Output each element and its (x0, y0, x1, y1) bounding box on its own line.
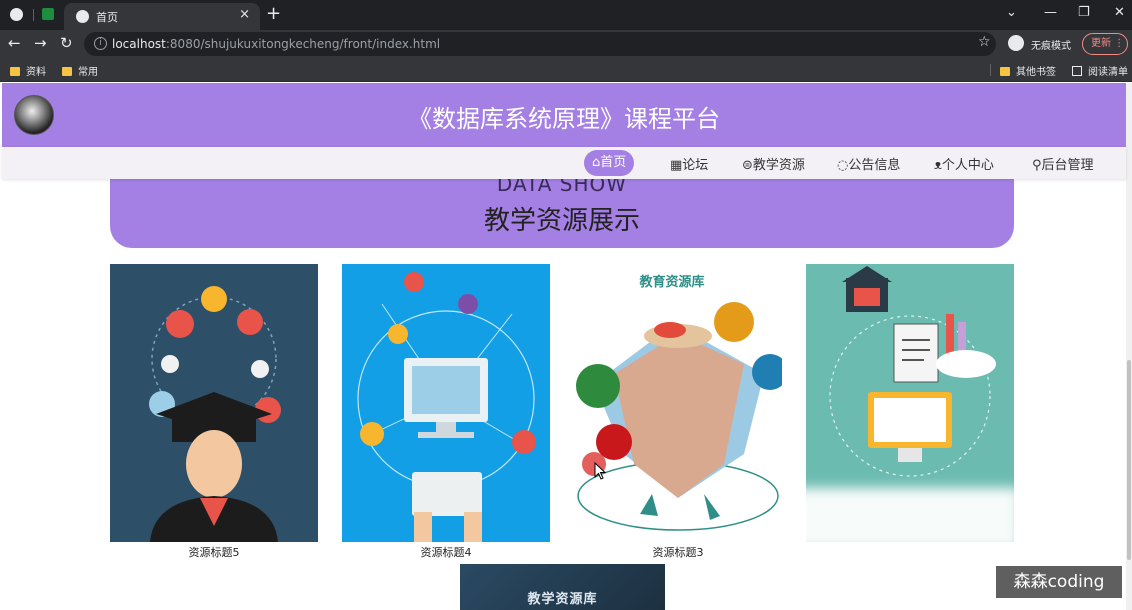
browser-tab-bar: 首页 × + ⌄ — ❐ ✕ (0, 0, 1132, 30)
computer-illustration (342, 264, 550, 542)
nav-admin[interactable]: ⚲后台管理 (1032, 154, 1094, 173)
site-title: 《数据库系统原理》课程平台 (408, 105, 720, 133)
tab-title: 首页 (96, 11, 118, 24)
tab-close-icon[interactable]: × (239, 7, 250, 22)
active-tab[interactable]: 首页 × (64, 3, 260, 30)
nav-profile[interactable]: ᴥ个人中心 (934, 154, 994, 173)
resource-card-5[interactable]: 教学资源库 (460, 564, 665, 610)
other-bookmarks[interactable]: 其他书签 (1000, 63, 1056, 78)
link-icon: ⚲ (1032, 158, 1042, 173)
nav-label: 个人中心 (941, 158, 994, 173)
forum-icon: ▦ (670, 158, 683, 173)
url-host: localhost (112, 37, 166, 51)
bookmark-separator (990, 64, 991, 76)
bookmarks-bar: 资料 常用 其他书签 阅读清单 (0, 58, 1132, 82)
blurred-overlay (788, 488, 1020, 550)
forward-arrow-icon[interactable]: → (34, 34, 47, 52)
folder-icon (62, 67, 72, 76)
resource-title[interactable]: 资源标题5 (110, 544, 318, 560)
reload-icon[interactable]: ↻ (60, 34, 73, 52)
browser-toolbar: ← → ↻ i localhost:8080/shujukuxitongkech… (0, 30, 1132, 58)
info-icon[interactable]: i (94, 37, 107, 50)
graduate-illustration (110, 264, 318, 542)
nav-label: 后台管理 (1041, 158, 1094, 173)
mouse-pointer-icon (594, 462, 606, 480)
nav-label: 论坛 (682, 158, 709, 173)
globe-icon (76, 10, 89, 23)
user-icon: ᴥ (934, 158, 942, 173)
section-title-cn: 教学资源展示 (483, 206, 640, 236)
tab-separator (33, 9, 34, 21)
tab-search-icon[interactable]: ⌄ (1006, 5, 1017, 20)
bookmark-label: 其他书签 (1016, 67, 1056, 78)
update-button[interactable]: 更新 ⋮ (1082, 33, 1128, 55)
back-arrow-icon[interactable]: ← (8, 34, 21, 52)
bookmark-label: 常用 (78, 67, 98, 78)
resource-image-education-library[interactable]: 教育资源库 (574, 264, 782, 542)
pinned-tab-icon[interactable] (42, 8, 54, 20)
nav-label: 公告信息 (848, 158, 901, 173)
scrollbar-thumb[interactable] (1127, 360, 1131, 560)
main-nav: ⌂首页 ▦论坛 ⊜教学资源 ◌公告信息 ᴥ个人中心 ⚲后台管理 (2, 147, 1126, 179)
resources-icon: ⊜ (742, 158, 753, 173)
nav-home[interactable]: ⌂首页 (584, 150, 635, 176)
minimize-button[interactable]: — (1044, 5, 1057, 20)
nav-label: 首页 (600, 155, 627, 170)
resource-title[interactable]: 资源标题3 (574, 544, 782, 560)
resource-image-graduate[interactable] (110, 264, 318, 542)
url-text[interactable]: localhost:8080/shujukuxitongkecheng/fron… (112, 37, 440, 51)
watermark-label: 森森coding (996, 566, 1122, 598)
card-heading-text: 教育资源库 (638, 274, 704, 290)
bookmark-label: 阅读清单 (1088, 67, 1128, 78)
bookmark-folder-2[interactable]: 常用 (62, 63, 98, 78)
reading-list-icon (1072, 66, 1082, 76)
resource-title[interactable]: 资源标题4 (342, 544, 550, 560)
nav-announcements[interactable]: ◌公告信息 (837, 154, 900, 173)
resource-image-computer[interactable] (342, 264, 550, 542)
incognito-label: 无痕模式 (1031, 41, 1071, 52)
announcement-icon: ◌ (837, 158, 849, 173)
reading-list[interactable]: 阅读清单 (1072, 63, 1128, 78)
close-window-button[interactable]: ✕ (1114, 5, 1125, 20)
url-path: :8080/shujukuxitongkecheng/front/index.h… (165, 37, 441, 51)
incognito-icon[interactable] (1008, 35, 1024, 51)
education-library-illustration: 教育资源库 (574, 264, 782, 542)
address-bar[interactable]: i localhost:8080/shujukuxitongkecheng/fr… (84, 32, 996, 56)
maximize-button[interactable]: ❐ (1078, 5, 1090, 20)
bookmark-star-icon[interactable]: ☆ (978, 34, 991, 50)
nav-forum[interactable]: ▦论坛 (670, 154, 708, 173)
nav-label: 教学资源 (752, 158, 805, 173)
site-header: 《数据库系统原理》课程平台 (2, 83, 1126, 147)
folder-icon (1000, 67, 1010, 76)
folder-icon (10, 67, 20, 76)
section-banner: DATA SHOW 教学资源展示 (110, 172, 1014, 248)
chrome-icon[interactable] (10, 8, 23, 21)
bookmark-label: 资料 (26, 67, 46, 78)
new-tab-button[interactable]: + (266, 3, 281, 24)
update-label: 更新 (1091, 38, 1111, 49)
bookmark-folder-1[interactable]: 资料 (10, 63, 46, 78)
card-heading-text: 教学资源库 (527, 592, 598, 607)
nav-resources[interactable]: ⊜教学资源 (742, 154, 805, 173)
